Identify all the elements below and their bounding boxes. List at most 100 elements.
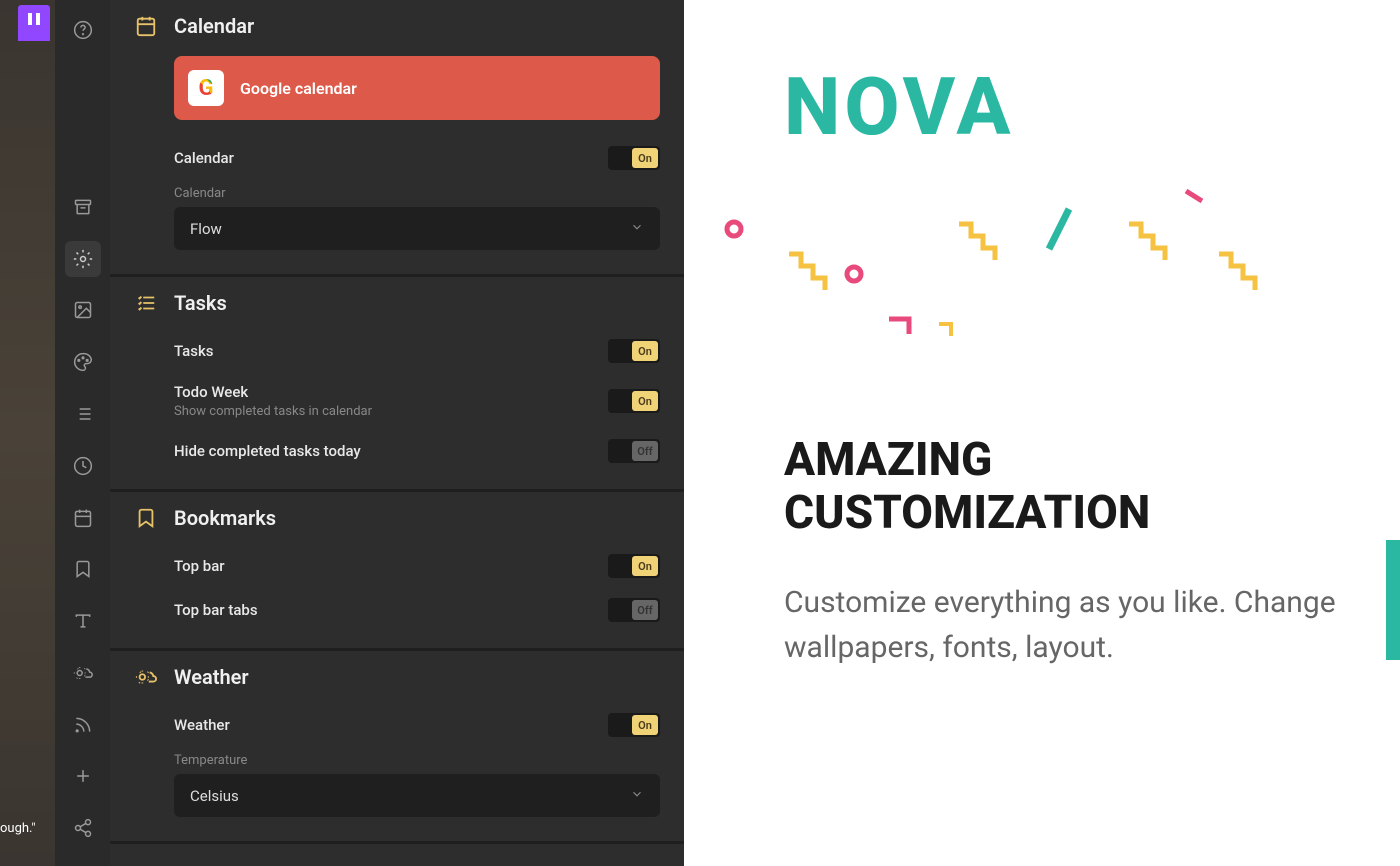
palette-icon xyxy=(73,352,93,372)
section-header-bookmarks: Bookmarks xyxy=(110,492,684,544)
section-title: Weather xyxy=(174,665,249,689)
promo-body-text: Customize everything as you like. Change… xyxy=(784,580,1360,670)
sidebar-image[interactable] xyxy=(65,293,101,329)
setting-row-topbar: Top bar On xyxy=(174,544,660,588)
toggle-topbar[interactable]: On xyxy=(608,554,660,578)
section-title: Tasks xyxy=(174,291,227,315)
twitch-logo-icon xyxy=(18,5,50,41)
sidebar-rss[interactable] xyxy=(65,707,101,743)
setting-row-hide-completed: Hide completed tasks today Off xyxy=(174,429,660,473)
confetti-zigzag-icon xyxy=(1214,244,1274,294)
promo-heading-line2: CUSTOMIZATION xyxy=(784,487,1360,540)
confetti-zigzag-icon xyxy=(954,214,1014,264)
toggle-todo-week[interactable]: On xyxy=(608,389,660,413)
setting-sublabel: Show completed tasks in calendar xyxy=(174,404,608,419)
toggle-knob: On xyxy=(632,148,658,168)
background-quote-text: ough." xyxy=(0,821,36,836)
toggle-knob: On xyxy=(632,556,658,576)
confetti-zigzag-icon xyxy=(784,244,844,294)
sidebar-clock[interactable] xyxy=(65,448,101,484)
promo-heading: AMAZING CUSTOMIZATION xyxy=(784,434,1360,540)
confetti-circle-icon xyxy=(844,264,864,284)
promo-panel: NOVA AMAZING CUSTOMIZATION Customize eve… xyxy=(684,0,1400,866)
weather-section-icon xyxy=(134,665,158,689)
sidebar-bookmark[interactable] xyxy=(65,551,101,587)
google-calendar-card[interactable]: G Google calendar xyxy=(174,56,660,120)
setting-row-topbar-tabs: Top bar tabs Off xyxy=(174,588,660,632)
chevron-down-icon xyxy=(630,219,644,238)
accent-bar xyxy=(1386,540,1400,660)
section-title: Calendar xyxy=(174,14,254,38)
setting-label: Tasks xyxy=(174,342,608,360)
toggle-hide-completed[interactable]: Off xyxy=(608,439,660,463)
confetti-zigzag-icon xyxy=(1124,214,1184,264)
sidebar-settings[interactable] xyxy=(65,241,101,277)
sidebar-share[interactable] xyxy=(65,810,101,846)
help-icon xyxy=(73,20,93,40)
toggle-knob: Off xyxy=(632,600,658,620)
confetti-circle-icon xyxy=(724,219,744,239)
dropdown-value: Flow xyxy=(190,220,222,238)
toggle-weather[interactable]: On xyxy=(608,713,660,737)
section-header-tasks: Tasks xyxy=(110,277,684,329)
text-icon xyxy=(73,611,93,631)
setting-row-weather: Weather On xyxy=(174,703,660,747)
calendar-section-icon xyxy=(134,14,158,38)
sidebar-add[interactable] xyxy=(65,758,101,794)
confetti-slash-icon xyxy=(1039,204,1079,254)
list-icon xyxy=(73,404,93,424)
rss-icon xyxy=(73,715,93,735)
clock-icon xyxy=(73,456,93,476)
toggle-topbar-tabs[interactable]: Off xyxy=(608,598,660,622)
confetti-bracket-icon xyxy=(934,319,954,339)
dropdown-label: Temperature xyxy=(174,753,660,768)
calendar-icon xyxy=(73,508,93,528)
sidebar-nav xyxy=(55,0,110,866)
sidebar-help[interactable] xyxy=(65,12,101,48)
setting-label: Weather xyxy=(174,716,608,734)
toggle-tasks[interactable]: On xyxy=(608,339,660,363)
settings-panel: Calendar G Google calendar Calendar On C… xyxy=(110,0,684,866)
sidebar-weather[interactable] xyxy=(65,655,101,691)
setting-row-tasks: Tasks On xyxy=(174,329,660,373)
sidebar-archive[interactable] xyxy=(65,189,101,225)
setting-label: Top bar xyxy=(174,557,608,575)
toggle-knob: Off xyxy=(632,441,658,461)
sidebar-palette[interactable] xyxy=(65,344,101,380)
dropdown-calendar-view[interactable]: Flow xyxy=(174,207,660,250)
google-card-label: Google calendar xyxy=(240,79,357,98)
setting-row-calendar: Calendar On xyxy=(174,136,660,180)
dropdown-temperature[interactable]: Celsius xyxy=(174,774,660,817)
promo-heading-line1: AMAZING xyxy=(784,434,1360,487)
section-title: Bookmarks xyxy=(174,506,276,530)
sidebar-text[interactable] xyxy=(65,603,101,639)
setting-label: Todo Week xyxy=(174,383,608,401)
toggle-knob: On xyxy=(632,341,658,361)
archive-icon xyxy=(73,197,93,217)
sidebar-list[interactable] xyxy=(65,396,101,432)
setting-label: Hide completed tasks today xyxy=(174,442,608,460)
section-bookmarks: Bookmarks Top bar On Top bar tabs Off xyxy=(110,492,684,651)
toggle-knob: On xyxy=(632,391,658,411)
weather-icon xyxy=(73,663,93,683)
confetti-bracket-icon xyxy=(884,314,914,339)
brand-title: NOVA xyxy=(784,60,1360,154)
sidebar-calendar[interactable] xyxy=(65,500,101,536)
setting-row-todo-week: Todo Week Show completed tasks in calend… xyxy=(174,373,660,429)
gear-icon xyxy=(73,249,93,269)
section-header-weather: Weather xyxy=(110,651,684,703)
toggle-knob: On xyxy=(632,715,658,735)
confetti-dash-icon xyxy=(1184,189,1204,204)
share-icon xyxy=(73,818,93,838)
google-icon: G xyxy=(188,70,224,106)
section-weather: Weather Weather On Temperature Celsius xyxy=(110,651,684,844)
image-icon xyxy=(73,300,93,320)
background-wallpaper: ough." xyxy=(0,0,55,866)
bookmark-section-icon xyxy=(134,506,158,530)
bookmark-icon xyxy=(73,559,93,579)
setting-label: Top bar tabs xyxy=(174,601,608,619)
toggle-calendar[interactable]: On xyxy=(608,146,660,170)
section-header-calendar: Calendar xyxy=(110,0,684,52)
dropdown-value: Celsius xyxy=(190,787,239,805)
setting-label: Calendar xyxy=(174,149,608,167)
